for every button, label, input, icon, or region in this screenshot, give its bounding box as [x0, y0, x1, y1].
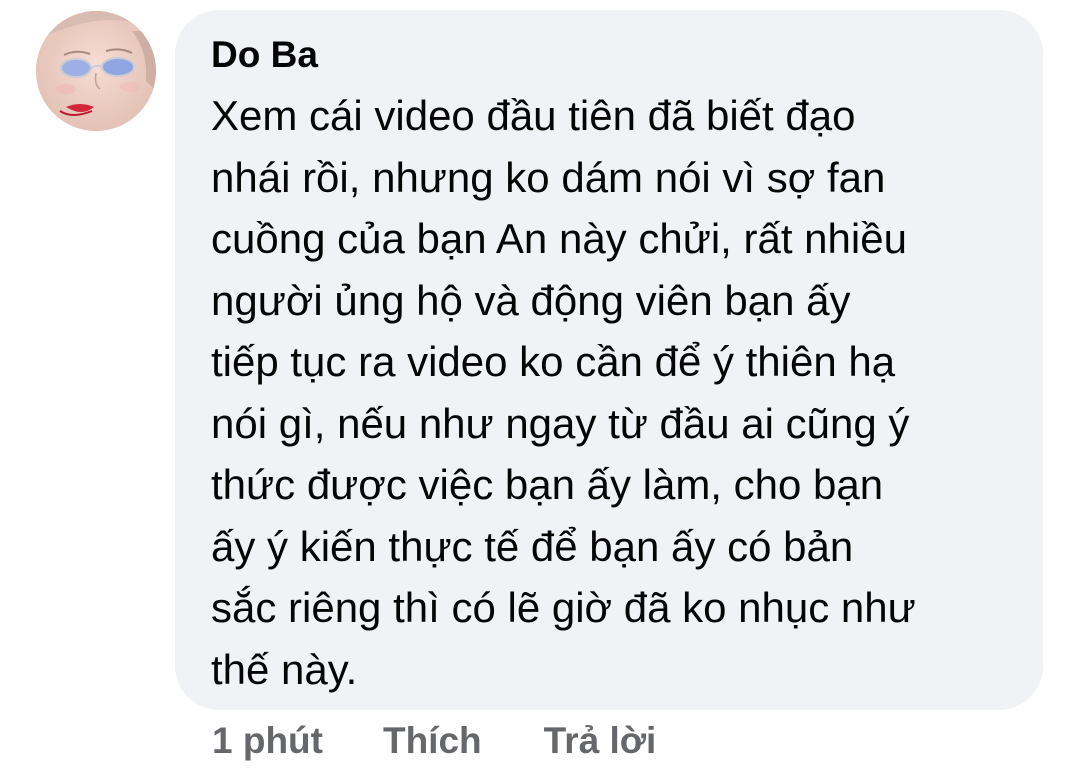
- comment-text-line: cuồng của bạn An này chửi, rất nhiều: [211, 215, 907, 262]
- comment-author[interactable]: Do Ba: [211, 34, 318, 76]
- comment-actions: 1 phút Thích Trả lời: [212, 716, 656, 766]
- comment-text-line: thức được việc bạn ấy làm, cho bạn: [211, 461, 884, 508]
- avatar-image: [36, 11, 156, 131]
- comment-text-line: nói gì, nếu như ngay từ đầu ai cũng ý: [211, 399, 910, 447]
- comment-text-line: nhái rồi, nhưng ko dám nói vì sợ fan: [211, 153, 886, 201]
- comment-text-line: sắc riêng thì có lẽ giờ đã ko nhục như: [211, 584, 916, 631]
- comment-text-line: thế này.: [211, 645, 358, 693]
- comment-text-line: ấy ý kiến thực tế để bạn ấy có bản: [211, 522, 854, 570]
- comment: Do Ba Xem cái video đầu tiên đã biết đạo…: [0, 0, 1080, 775]
- reply-button[interactable]: Trả lời: [544, 720, 657, 762]
- comment-timestamp: 1 phút: [212, 720, 323, 761]
- like-button[interactable]: Thích: [383, 720, 482, 762]
- avatar[interactable]: [36, 11, 156, 131]
- comment-bubble: Do Ba Xem cái video đầu tiên đã biết đạo…: [175, 10, 1043, 710]
- comment-text-line: người ủng hộ và động viên bạn ấy: [211, 276, 851, 324]
- comment-text-line: tiếp tục ra video ko cần để ý thiên hạ: [211, 338, 896, 385]
- comment-text-line: Xem cái video đầu tiên đã biết đạo: [211, 92, 856, 139]
- comment-text: Xem cái video đầu tiên đã biết đạo nhái …: [211, 85, 1021, 700]
